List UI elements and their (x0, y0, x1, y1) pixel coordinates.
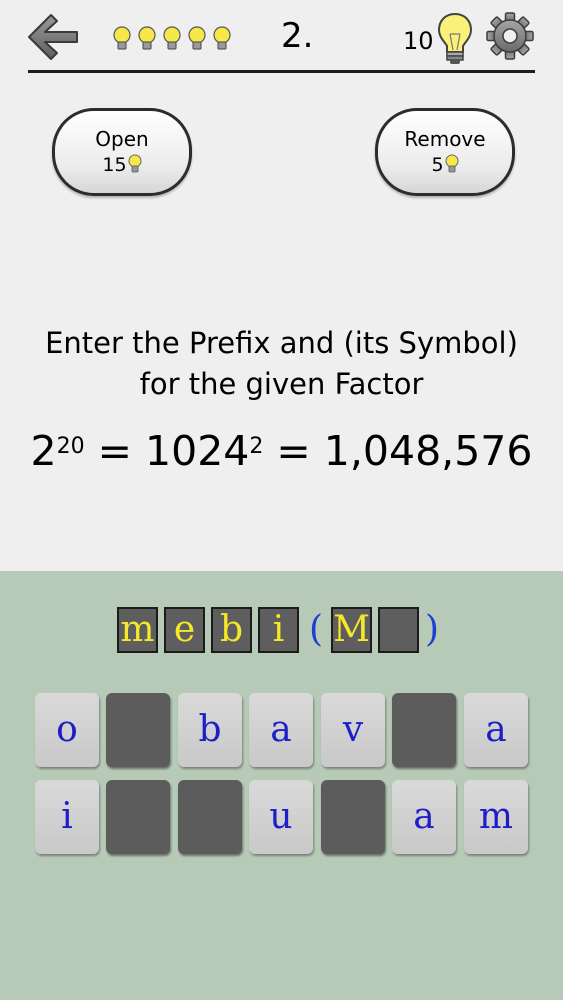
remove-cost: 5 (378, 153, 512, 177)
hint-count: 10 (403, 27, 434, 55)
letter-key[interactable]: a (464, 693, 528, 767)
symbol-open-paren: ( (309, 609, 324, 650)
letter-key[interactable]: i (35, 780, 99, 854)
lightbulb-icon (437, 12, 473, 64)
open-label: Open (95, 127, 149, 151)
open-cost-value: 15 (102, 154, 127, 176)
letter-key[interactable]: u (249, 780, 313, 854)
remove-cost-value: 5 (431, 154, 444, 176)
formula-equals-1: = (84, 427, 146, 475)
letter-key[interactable]: v (321, 693, 385, 767)
lightbulb-icon (188, 26, 206, 50)
level-number: 2. (281, 16, 314, 56)
factor-formula: 220 = 10242 = 1,048,576 (0, 425, 563, 477)
letter-key[interactable]: m (464, 780, 528, 854)
answer-slot[interactable]: m (117, 607, 158, 653)
letter-key[interactable]: o (35, 693, 99, 767)
formula-equals-2: = (263, 427, 324, 475)
top-bar: 2. 10 (0, 0, 563, 75)
formula-result: 1,048,576 (323, 427, 533, 475)
symbol-close-paren: ) (425, 609, 440, 650)
lightbulb-icon (113, 26, 131, 50)
lightbulb-icon (213, 26, 231, 50)
answer-slot[interactable]: b (211, 607, 252, 653)
letter-key-used[interactable] (392, 693, 456, 767)
back-arrow-icon[interactable] (26, 12, 80, 62)
header-divider (28, 70, 535, 73)
formula-exponent-1: 20 (56, 434, 85, 459)
answer-slot[interactable]: e (164, 607, 205, 653)
letter-key-used[interactable] (321, 780, 385, 854)
formula-exponent-2: 2 (249, 434, 264, 459)
lightbulb-icon (128, 154, 142, 173)
lives-indicator (111, 26, 233, 52)
answer-slots: m e b i ( M ) (117, 606, 439, 654)
remove-letters-button[interactable]: Remove 5 (375, 108, 515, 196)
question-line-2: for the given Factor (139, 367, 424, 401)
remove-label: Remove (404, 127, 486, 151)
symbol-slot[interactable] (378, 607, 420, 653)
formula-base-2: 1024 (145, 427, 250, 475)
lightbulb-icon (445, 154, 459, 173)
open-letter-button[interactable]: Open 15 (52, 108, 192, 196)
letter-key[interactable]: b (178, 693, 242, 767)
letter-key-used[interactable] (106, 693, 170, 767)
letter-key[interactable]: a (392, 780, 456, 854)
lightbulb-icon (138, 26, 156, 50)
answer-slot[interactable]: i (258, 607, 299, 653)
letter-key[interactable]: a (249, 693, 313, 767)
formula-base-1: 2 (30, 427, 57, 475)
letter-key-used[interactable] (106, 780, 170, 854)
gear-icon[interactable] (486, 12, 534, 60)
question-line-1: Enter the Prefix and (its Symbol) (45, 326, 518, 360)
symbol-slot[interactable]: M (331, 607, 373, 653)
lightbulb-icon (163, 26, 181, 50)
letter-key-used[interactable] (178, 780, 242, 854)
open-cost: 15 (55, 153, 189, 177)
